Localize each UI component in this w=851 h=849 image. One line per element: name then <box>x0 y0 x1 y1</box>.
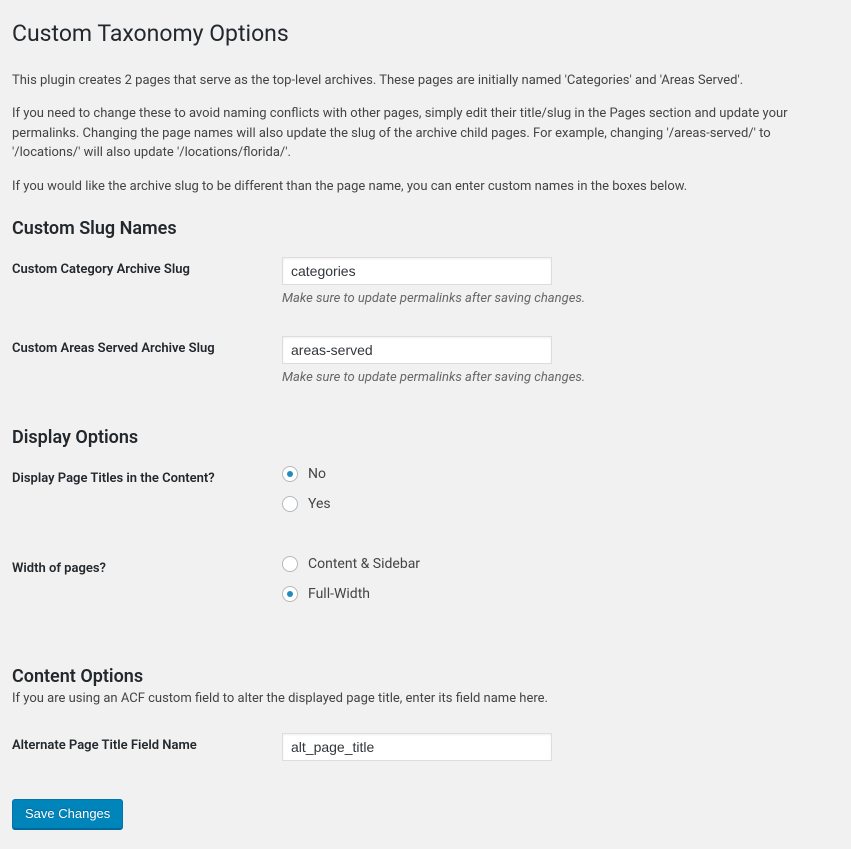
areas-slug-label: Custom Areas Served Archive Slug <box>12 326 282 405</box>
custom-slug-heading: Custom Slug Names <box>12 218 831 239</box>
display-options-heading: Display Options <box>12 427 831 448</box>
intro-paragraph-1: This plugin creates 2 pages that serve a… <box>12 71 831 91</box>
intro-paragraph-2: If you need to change these to avoid nam… <box>12 104 831 163</box>
areas-slug-input[interactable] <box>282 336 552 364</box>
category-slug-desc: Make sure to update permalinks after sav… <box>282 291 821 306</box>
alt-title-label: Alternate Page Title Field Name <box>12 723 282 781</box>
display-titles-no-radio[interactable] <box>282 466 298 482</box>
category-slug-input[interactable] <box>282 257 552 285</box>
display-titles-yes-radio[interactable] <box>282 496 298 512</box>
page-width-sidebar-radio[interactable] <box>282 556 298 572</box>
page-width-sidebar-label: Content & Sidebar <box>308 556 420 572</box>
intro-paragraph-3: If you would like the archive slug to be… <box>12 177 831 197</box>
page-width-label: Width of pages? <box>12 546 282 636</box>
areas-slug-desc: Make sure to update permalinks after sav… <box>282 370 821 385</box>
display-titles-no-label: No <box>308 466 326 482</box>
alt-title-input[interactable] <box>282 733 552 761</box>
content-options-heading: Content Options <box>12 666 831 687</box>
category-slug-label: Custom Category Archive Slug <box>12 247 282 326</box>
display-titles-label: Display Page Titles in the Content? <box>12 456 282 546</box>
page-width-full-radio[interactable] <box>282 586 298 602</box>
page-title: Custom Taxonomy Options <box>12 10 831 53</box>
save-button[interactable]: Save Changes <box>12 799 123 829</box>
display-titles-yes-label: Yes <box>308 496 331 512</box>
content-options-sub: If you are using an ACF custom field to … <box>12 689 831 709</box>
page-width-full-label: Full-Width <box>308 586 370 602</box>
